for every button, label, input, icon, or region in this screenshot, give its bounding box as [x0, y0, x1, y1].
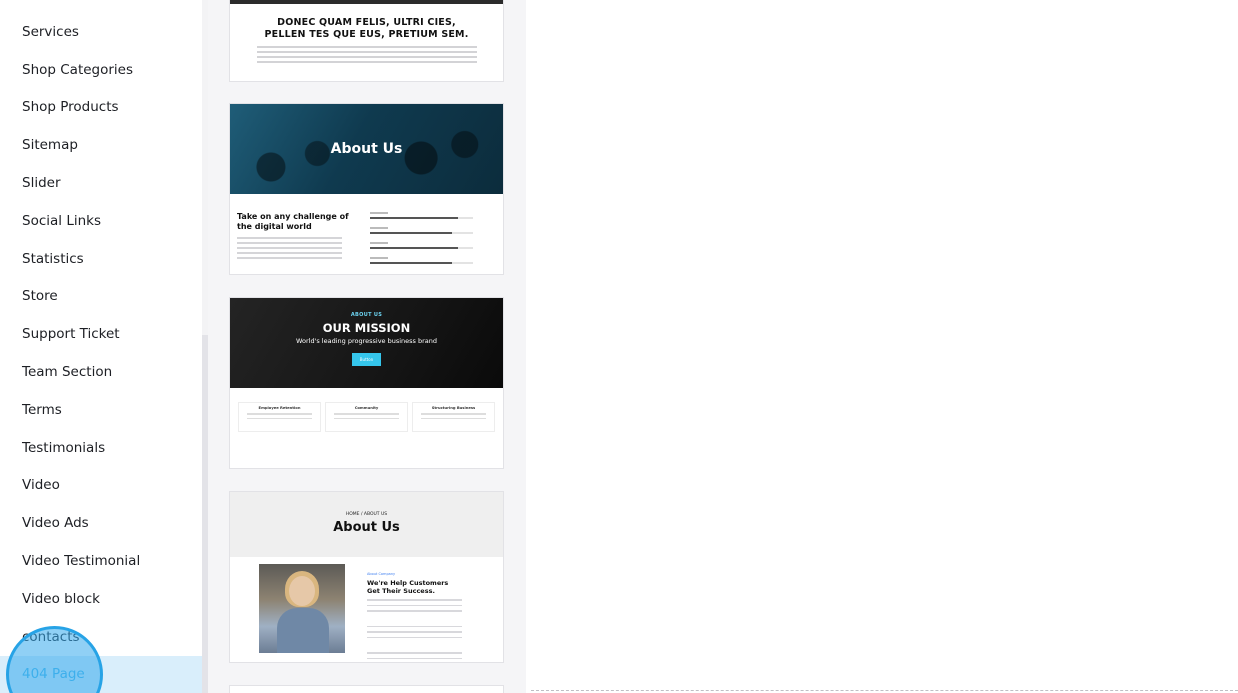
placeholder-text-lines	[237, 237, 360, 259]
skill-bar	[370, 227, 496, 234]
feature-box: Community	[325, 402, 408, 432]
placeholder-text-lines	[256, 46, 477, 63]
page-builder: Services Shop Categories Shop Products S…	[0, 0, 1238, 693]
template-thumbnail-list: DONEC QUAM FELIS, ULTRI CIES, PELLEN TES…	[208, 0, 526, 693]
skill-bar	[370, 212, 496, 219]
drop-zone-border	[531, 690, 1238, 691]
sidebar-item-contacts[interactable]: contacts	[0, 618, 202, 656]
template-card-about-us-skills[interactable]: About Us Take on any challenge of the di…	[229, 103, 504, 275]
mission-features: Employee Retention Community Structuring…	[230, 388, 503, 432]
sidebar-item-services[interactable]: Services	[0, 13, 202, 51]
card-text-column: Take on any challenge of the digital wor…	[237, 212, 360, 272]
card-heading-line-2: PELLEN TES QUE EUS, PRETIUM SEM.	[264, 29, 469, 40]
breadcrumb: HOME / ABOUT US	[345, 512, 388, 517]
mission-title: OUR MISSION	[322, 321, 411, 335]
category-list: Services Shop Categories Shop Products S…	[0, 13, 202, 693]
feature-box: Structuring Business	[412, 402, 495, 432]
card-heading-line-1: DONEC QUAM FELIS, ULTRI CIES,	[277, 17, 456, 28]
sidebar-item-statistics[interactable]: Statistics	[0, 240, 202, 278]
card-content-row: About Company We're Help Customers Get T…	[230, 557, 503, 662]
editor-canvas[interactable]	[526, 0, 1238, 693]
skill-bar	[370, 257, 496, 264]
sidebar-item-video-ads[interactable]: Video Ads	[0, 504, 202, 542]
sidebar-item-support-ticket[interactable]: Support Ticket	[0, 315, 202, 353]
section-tag: About Company	[367, 572, 396, 576]
sidebar-item-video[interactable]: Video	[0, 467, 202, 505]
template-card-our-mission[interactable]: ABOUT US OUR MISSION World's leading pro…	[229, 297, 504, 469]
banner-title: About Us	[333, 520, 400, 535]
sidebar-item-store[interactable]: Store	[0, 278, 202, 316]
section-headline: We're Help Customers Get Their Success.	[367, 579, 449, 595]
mission-subtitle: World's leading progressive business bra…	[295, 337, 438, 345]
sidebar-item-shop-categories[interactable]: Shop Categories	[0, 51, 202, 89]
person-photo	[259, 564, 345, 653]
mission-hero: ABOUT US OUR MISSION World's leading pro…	[230, 298, 503, 388]
hero-title: About Us	[330, 141, 403, 157]
block-category-sidebar: Services Shop Categories Shop Products S…	[0, 0, 202, 693]
sidebar-item-shop-products[interactable]: Shop Products	[0, 89, 202, 127]
sidebar-item-terms[interactable]: Terms	[0, 391, 202, 429]
skill-bar	[370, 242, 496, 249]
sidebar-item-team-section[interactable]: Team Section	[0, 353, 202, 391]
template-card-about-us-photo[interactable]: HOME / ABOUT US About Us About Company W…	[229, 491, 504, 663]
card-heading: DONEC QUAM FELIS, ULTRI CIES, PELLEN TES…	[230, 17, 503, 41]
card-body: Take on any challenge of the digital wor…	[230, 194, 503, 272]
skill-bars	[370, 212, 496, 272]
sidebar-item-sitemap[interactable]: Sitemap	[0, 126, 202, 164]
hero-image: About Us	[230, 104, 503, 194]
template-card-text-block[interactable]: DONEC QUAM FELIS, ULTRI CIES, PELLEN TES…	[229, 0, 504, 82]
card-subheading: Take on any challenge of the digital wor…	[237, 212, 349, 231]
sidebar-item-testimonials[interactable]: Testimonials	[0, 429, 202, 467]
sidebar-item-social-links[interactable]: Social Links	[0, 202, 202, 240]
feature-box: Employee Retention	[238, 402, 321, 432]
sidebar-item-404-page[interactable]: 404 Page	[0, 655, 202, 693]
mission-eyebrow: ABOUT US	[350, 312, 383, 318]
sidebar-item-slider[interactable]: Slider	[0, 164, 202, 202]
template-card-next[interactable]	[229, 685, 504, 693]
page-header-banner: HOME / ABOUT US About Us	[230, 492, 503, 557]
mission-button: Button	[351, 353, 382, 366]
card-text-column: About Company We're Help Customers Get T…	[367, 564, 462, 662]
sidebar-item-video-block[interactable]: Video block	[0, 580, 202, 618]
card-top-strip	[230, 0, 503, 4]
sidebar-item-video-testimonial[interactable]: Video Testimonial	[0, 542, 202, 580]
